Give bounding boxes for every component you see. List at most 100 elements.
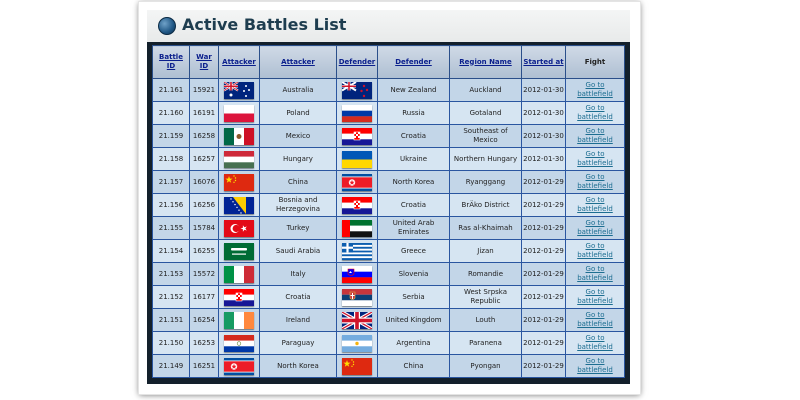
war-id-cell: 16251	[189, 354, 219, 378]
table-row: 21.156 16256 Bosnia and Herzegovina Croatia…	[152, 193, 625, 217]
flag-mexico-icon	[224, 127, 254, 145]
battle-id-cell: 21.159	[152, 124, 190, 148]
go-to-battlefield-link[interactable]: Go to battlefield	[565, 308, 625, 332]
defender-flag-cell	[336, 354, 378, 378]
defender-cell: Greece	[377, 239, 450, 263]
attacker-cell: Bosnia and Herzegovina	[259, 193, 337, 217]
attacker-flag-cell	[218, 331, 260, 355]
header-battle-id[interactable]: Battle ID	[152, 45, 190, 79]
table-row: 21.159 16258 Mexico Croatia Southeast of Mex…	[152, 124, 625, 148]
defender-cell: Ukraine	[377, 147, 450, 171]
battle-id-cell: 21.160	[152, 101, 190, 125]
table-row: 21.161 15921 Australia New Zealand Auckland 2…	[152, 78, 625, 102]
attacker-flag-cell	[218, 124, 260, 148]
attacker-cell: Mexico	[259, 124, 337, 148]
go-to-battlefield-link[interactable]: Go to battlefield	[565, 285, 625, 309]
war-id-cell: 16253	[189, 331, 219, 355]
defender-cell: Croatia	[377, 124, 450, 148]
flag-paraguay-icon	[224, 334, 254, 352]
header-started-at[interactable]: Started at	[521, 45, 566, 79]
battle-id-cell: 21.151	[152, 308, 190, 332]
attacker-flag-cell	[218, 170, 260, 194]
flag-north-korea-icon	[342, 173, 372, 191]
go-to-battlefield-link[interactable]: Go to battlefield	[565, 354, 625, 378]
flag-greece-icon	[342, 242, 372, 260]
defender-cell: North Korea	[377, 170, 450, 194]
attacker-flag-cell	[218, 308, 260, 332]
war-id-cell: 16177	[189, 285, 219, 309]
battle-id-cell: 21.155	[152, 216, 190, 240]
attacker-flag-cell	[218, 239, 260, 263]
header-defender-flag[interactable]: Defender	[336, 45, 378, 79]
defender-cell: Slovenia	[377, 262, 450, 286]
go-to-battlefield-link[interactable]: Go to battlefield	[565, 193, 625, 217]
battle-id-cell: 21.149	[152, 354, 190, 378]
region-name-cell: Northern Hungary	[449, 147, 522, 171]
war-id-cell: 16191	[189, 101, 219, 125]
attacker-flag-cell	[218, 101, 260, 125]
battle-id-cell: 21.157	[152, 170, 190, 194]
flag-uk-icon	[341, 310, 373, 330]
go-to-battlefield-link[interactable]: Go to battlefield	[565, 331, 625, 355]
defender-flag-cell	[336, 170, 378, 194]
header-defender[interactable]: Defender	[377, 45, 450, 79]
defender-cell: New Zealand	[377, 78, 450, 102]
region-name-cell: Southeast of Mexico	[449, 124, 522, 148]
started-at-cell: 2012-01-29	[521, 239, 566, 263]
region-name-cell: Gotaland	[449, 101, 522, 125]
flag-poland-icon	[224, 104, 254, 122]
war-id-cell: 16257	[189, 147, 219, 171]
flag-italy-icon	[224, 265, 254, 283]
region-name-cell: Jizan	[449, 239, 522, 263]
war-id-cell: 15784	[189, 216, 219, 240]
go-to-battlefield-link[interactable]: Go to battlefield	[565, 101, 625, 125]
flag-australia-icon	[223, 80, 254, 99]
flag-russia-icon	[342, 104, 372, 122]
attacker-cell: Saudi Arabia	[259, 239, 337, 263]
attacker-flag-cell	[218, 147, 260, 171]
flag-bosnia-icon	[224, 196, 254, 214]
flag-serbia-icon	[342, 288, 372, 306]
battle-id-cell: 21.156	[152, 193, 190, 217]
defender-flag-cell	[336, 308, 378, 332]
go-to-battlefield-link[interactable]: Go to battlefield	[565, 216, 625, 240]
flag-new-zealand-icon	[341, 80, 372, 99]
go-to-battlefield-link[interactable]: Go to battlefield	[565, 170, 625, 194]
defender-cell: United Arab Emirates	[377, 216, 450, 240]
flag-ukraine-icon	[342, 150, 372, 168]
header-attacker[interactable]: Attacker	[259, 45, 337, 79]
go-to-battlefield-link[interactable]: Go to battlefield	[565, 262, 625, 286]
table-row: 21.160 16191 Poland Russia Gotaland 2012-01-3…	[152, 101, 625, 125]
attacker-cell: Turkey	[259, 216, 337, 240]
header-attacker-flag[interactable]: Attacker	[218, 45, 260, 79]
table-row: 21.153 15572 Italy Slovenia Romandie 2012-01-…	[152, 262, 625, 286]
flag-saudi-arabia-icon	[224, 242, 254, 260]
started-at-cell: 2012-01-29	[521, 308, 566, 332]
flag-turkey-icon	[224, 219, 254, 237]
region-name-cell: BrÄko District	[449, 193, 522, 217]
defender-flag-cell	[336, 101, 378, 125]
header-war-id[interactable]: War ID	[189, 45, 219, 79]
go-to-battlefield-link[interactable]: Go to battlefield	[565, 239, 625, 263]
defender-flag-cell	[336, 331, 378, 355]
table-header-row: Battle ID War ID Attacker Attacker Defen…	[152, 45, 625, 79]
header-fight: Fight	[565, 45, 625, 79]
battle-id-cell: 21.150	[152, 331, 190, 355]
started-at-cell: 2012-01-30	[521, 147, 566, 171]
started-at-cell: 2012-01-30	[521, 101, 566, 125]
defender-cell: Russia	[377, 101, 450, 125]
attacker-cell: Paraguay	[259, 331, 337, 355]
defender-flag-cell	[336, 285, 378, 309]
header-region-name[interactable]: Region Name	[449, 45, 522, 79]
flag-croatia-icon	[224, 288, 254, 306]
page-title: Active Battles List	[182, 15, 347, 34]
go-to-battlefield-link[interactable]: Go to battlefield	[565, 147, 625, 171]
defender-cell: United Kingdom	[377, 308, 450, 332]
attacker-cell: Ireland	[259, 308, 337, 332]
region-name-cell: Auckland	[449, 78, 522, 102]
go-to-battlefield-link[interactable]: Go to battlefield	[565, 124, 625, 148]
table-row: 21.151 16254 Ireland United Kingdom Louth 201…	[152, 308, 625, 332]
flag-china-icon	[224, 173, 254, 191]
go-to-battlefield-link[interactable]: Go to battlefield	[565, 78, 625, 102]
defender-flag-cell	[336, 262, 378, 286]
